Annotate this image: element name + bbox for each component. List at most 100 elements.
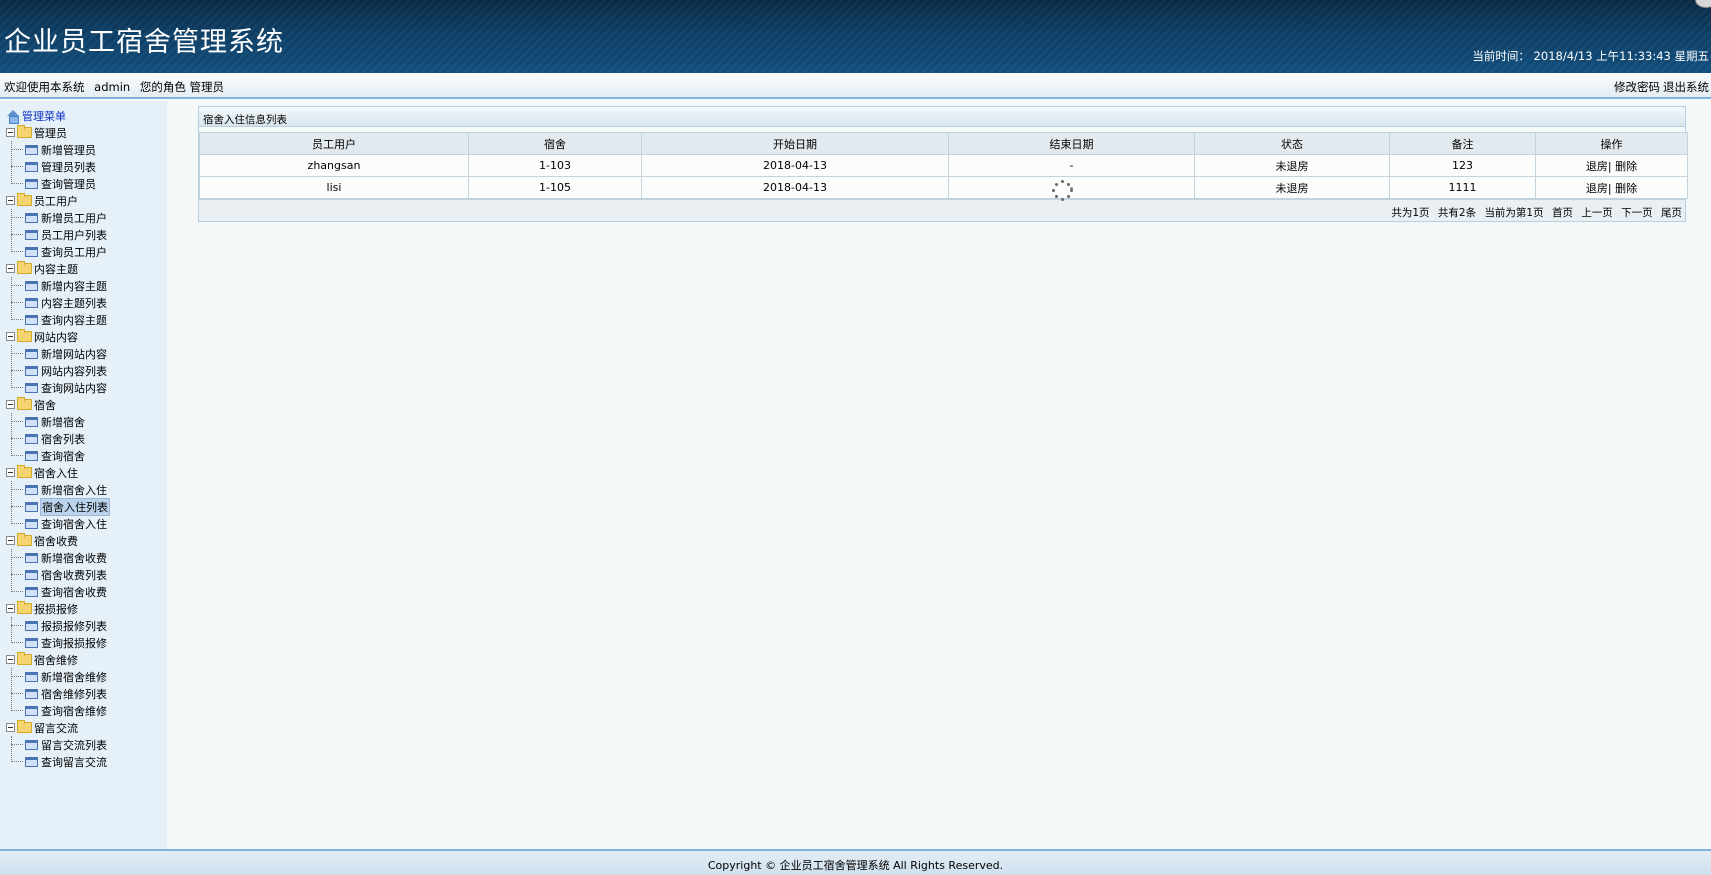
page-icon bbox=[25, 739, 38, 750]
sidebar-item-label: 新增内容主题 bbox=[41, 279, 107, 293]
sidebar-item-label: 内容主题列表 bbox=[41, 296, 107, 310]
sidebar-menu-item[interactable]: 网站内容列表 bbox=[11, 362, 110, 379]
page-icon bbox=[25, 756, 38, 767]
pager-last-link[interactable]: 尾页 bbox=[1661, 207, 1682, 219]
menu-group-label: 宿舍 bbox=[34, 398, 56, 412]
sidebar-item-label: 留言交流列表 bbox=[41, 738, 107, 752]
checkout-link[interactable]: 退房 bbox=[1586, 182, 1608, 195]
checkin-table: 员工用户 宿舍 开始日期 结束日期 状态 备注 操作 zhangsan 1-10… bbox=[199, 132, 1688, 199]
sidebar-menu-item[interactable]: 报损报修列表 bbox=[11, 617, 110, 634]
page-icon bbox=[25, 229, 38, 240]
cell-start-date: 2018-04-13 bbox=[641, 176, 949, 199]
collapse-toggle-icon[interactable] bbox=[6, 400, 15, 409]
menu-group: 宿舍收费 新增宿舍收费 宿舍收费列表 查询宿舍收费 bbox=[6, 532, 110, 600]
menu-group-header[interactable]: 宿舍收费 bbox=[6, 532, 110, 549]
menu-root[interactable]: 管理菜单 bbox=[6, 108, 110, 124]
sidebar-menu-item[interactable]: 新增宿舍维修 bbox=[11, 668, 110, 685]
sidebar-menu-item[interactable]: 新增管理员 bbox=[11, 141, 110, 158]
page-icon bbox=[25, 620, 38, 631]
welcome-bar: 欢迎使用本系统 admin 您的角色 管理员 修改密码 退出系统 bbox=[0, 73, 1711, 99]
folder-icon bbox=[17, 329, 32, 342]
sidebar-menu-item[interactable]: 新增员工用户 bbox=[11, 209, 110, 226]
panel-title: 宿舍入住信息列表 bbox=[199, 107, 1685, 127]
menu-group-header[interactable]: 宿舍入住 bbox=[6, 464, 110, 481]
menu-group-header[interactable]: 宿舍 bbox=[6, 396, 110, 413]
delete-link[interactable]: 删除 bbox=[1615, 160, 1637, 173]
sidebar-menu-item[interactable]: 查询留言交流 bbox=[11, 753, 110, 770]
sidebar-item-label: 查询宿舍 bbox=[41, 449, 85, 463]
menu-group-items: 新增内容主题 内容主题列表 查询内容主题 bbox=[6, 277, 110, 328]
sidebar-menu-item[interactable]: 查询宿舍 bbox=[11, 447, 110, 464]
sidebar-menu-item[interactable]: 宿舍收费列表 bbox=[11, 566, 110, 583]
sidebar-item-label: 查询宿舍入住 bbox=[41, 517, 107, 531]
menu-group-header[interactable]: 留言交流 bbox=[6, 719, 110, 736]
sidebar-menu-item[interactable]: 查询宿舍收费 bbox=[11, 583, 110, 600]
folder-icon bbox=[17, 397, 32, 410]
menu-group-header[interactable]: 内容主题 bbox=[6, 260, 110, 277]
menu-group-label: 员工用户 bbox=[34, 194, 78, 208]
change-password-link[interactable]: 修改密码 bbox=[1614, 80, 1660, 94]
sidebar-menu-item[interactable]: 宿舍维修列表 bbox=[11, 685, 110, 702]
collapse-toggle-icon[interactable] bbox=[6, 128, 15, 137]
menu-group: 留言交流留言交流列表 查询留言交流 bbox=[6, 719, 110, 770]
sidebar-menu-item[interactable]: 宿舍列表 bbox=[11, 430, 110, 447]
sidebar-menu-item[interactable]: 查询宿舍维修 bbox=[11, 702, 110, 719]
checkout-link[interactable]: 退房 bbox=[1586, 160, 1608, 173]
header-banner: 企业员工宿舍管理系统 当前时间： 2018/4/13 上午11:33:43 星期… bbox=[0, 0, 1711, 73]
collapse-toggle-icon[interactable] bbox=[6, 264, 15, 273]
current-user: admin bbox=[94, 80, 131, 94]
collapse-toggle-icon[interactable] bbox=[6, 723, 15, 732]
sidebar-menu-item[interactable]: 宿舍入住列表 bbox=[11, 497, 110, 516]
collapse-toggle-icon[interactable] bbox=[6, 468, 15, 477]
cell-status: 未退房 bbox=[1194, 154, 1390, 177]
sidebar-menu-item[interactable]: 查询管理员 bbox=[11, 175, 110, 192]
sidebar-menu-item[interactable]: 查询网站内容 bbox=[11, 379, 110, 396]
logout-link[interactable]: 退出系统 bbox=[1663, 80, 1709, 94]
col-header-actions: 操作 bbox=[1535, 132, 1688, 155]
menu-group-items: 新增宿舍入住 宿舍入住列表 查询宿舍入住 bbox=[6, 481, 110, 532]
menu-group: 网站内容 新增网站内容 网站内容列表 查询网站内容 bbox=[6, 328, 110, 396]
page-icon bbox=[25, 280, 38, 291]
menu-group-header[interactable]: 管理员 bbox=[6, 124, 110, 141]
sidebar-menu-item[interactable]: 查询宿舍入住 bbox=[11, 515, 110, 532]
page-icon bbox=[25, 433, 38, 444]
sidebar-menu-item[interactable]: 新增网站内容 bbox=[11, 345, 110, 362]
sidebar-menu-item[interactable]: 查询员工用户 bbox=[11, 243, 110, 260]
collapse-toggle-icon[interactable] bbox=[6, 196, 15, 205]
pager-next-link[interactable]: 下一页 bbox=[1621, 207, 1653, 219]
page-icon bbox=[25, 246, 38, 257]
collapse-toggle-icon[interactable] bbox=[6, 655, 15, 664]
collapse-toggle-icon[interactable] bbox=[6, 332, 15, 341]
collapse-toggle-icon[interactable] bbox=[6, 604, 15, 613]
sidebar-menu-item[interactable]: 新增宿舍收费 bbox=[11, 549, 110, 566]
sidebar-menu-item[interactable]: 留言交流列表 bbox=[11, 736, 110, 753]
sidebar-menu-item[interactable]: 管理员列表 bbox=[11, 158, 110, 175]
sidebar-menu-item[interactable]: 新增内容主题 bbox=[11, 277, 110, 294]
page-icon bbox=[25, 688, 38, 699]
menu-group: 宿舍维修 新增宿舍维修宿舍维修列表 查询宿舍维修 bbox=[6, 651, 110, 719]
menu-group-header[interactable]: 网站内容 bbox=[6, 328, 110, 345]
sidebar-item-label: 报损报修列表 bbox=[41, 619, 107, 633]
sidebar-menu-item[interactable]: 新增宿舍 bbox=[11, 413, 110, 430]
menu-group: 管理员 新增管理员 管理员列表 查询管理员 bbox=[6, 124, 110, 192]
cell-user: zhangsan bbox=[199, 154, 469, 177]
menu-group: 员工用户 新增员工用户 员工用户列表 查询员工用户 bbox=[6, 192, 110, 260]
menu-group-header[interactable]: 员工用户 bbox=[6, 192, 110, 209]
delete-link[interactable]: 删除 bbox=[1615, 182, 1637, 195]
collapse-toggle-icon[interactable] bbox=[6, 536, 15, 545]
menu-group-header[interactable]: 宿舍维修 bbox=[6, 651, 110, 668]
sidebar-menu-item[interactable]: 查询内容主题 bbox=[11, 311, 110, 328]
current-time: 当前时间： 2018/4/13 上午11:33:43 星期五 bbox=[1472, 49, 1709, 63]
pager-prev-link[interactable]: 上一页 bbox=[1581, 207, 1613, 219]
sidebar-menu-item[interactable]: 新增宿舍入住 bbox=[11, 481, 110, 498]
sidebar-item-label: 宿舍列表 bbox=[41, 432, 85, 446]
page-icon bbox=[25, 569, 38, 580]
pager-first-link[interactable]: 首页 bbox=[1552, 207, 1573, 219]
sidebar-menu-item[interactable]: 员工用户列表 bbox=[11, 226, 110, 243]
menu-group-items: 新增员工用户 员工用户列表 查询员工用户 bbox=[6, 209, 110, 260]
sidebar-menu-item[interactable]: 内容主题列表 bbox=[11, 294, 110, 311]
menu-group-header[interactable]: 报损报修 bbox=[6, 600, 110, 617]
sidebar-item-label: 宿舍维修列表 bbox=[41, 687, 107, 701]
sidebar-menu-item[interactable]: 查询报损报修 bbox=[11, 634, 110, 651]
menu-group-items: 报损报修列表 查询报损报修 bbox=[6, 617, 110, 651]
